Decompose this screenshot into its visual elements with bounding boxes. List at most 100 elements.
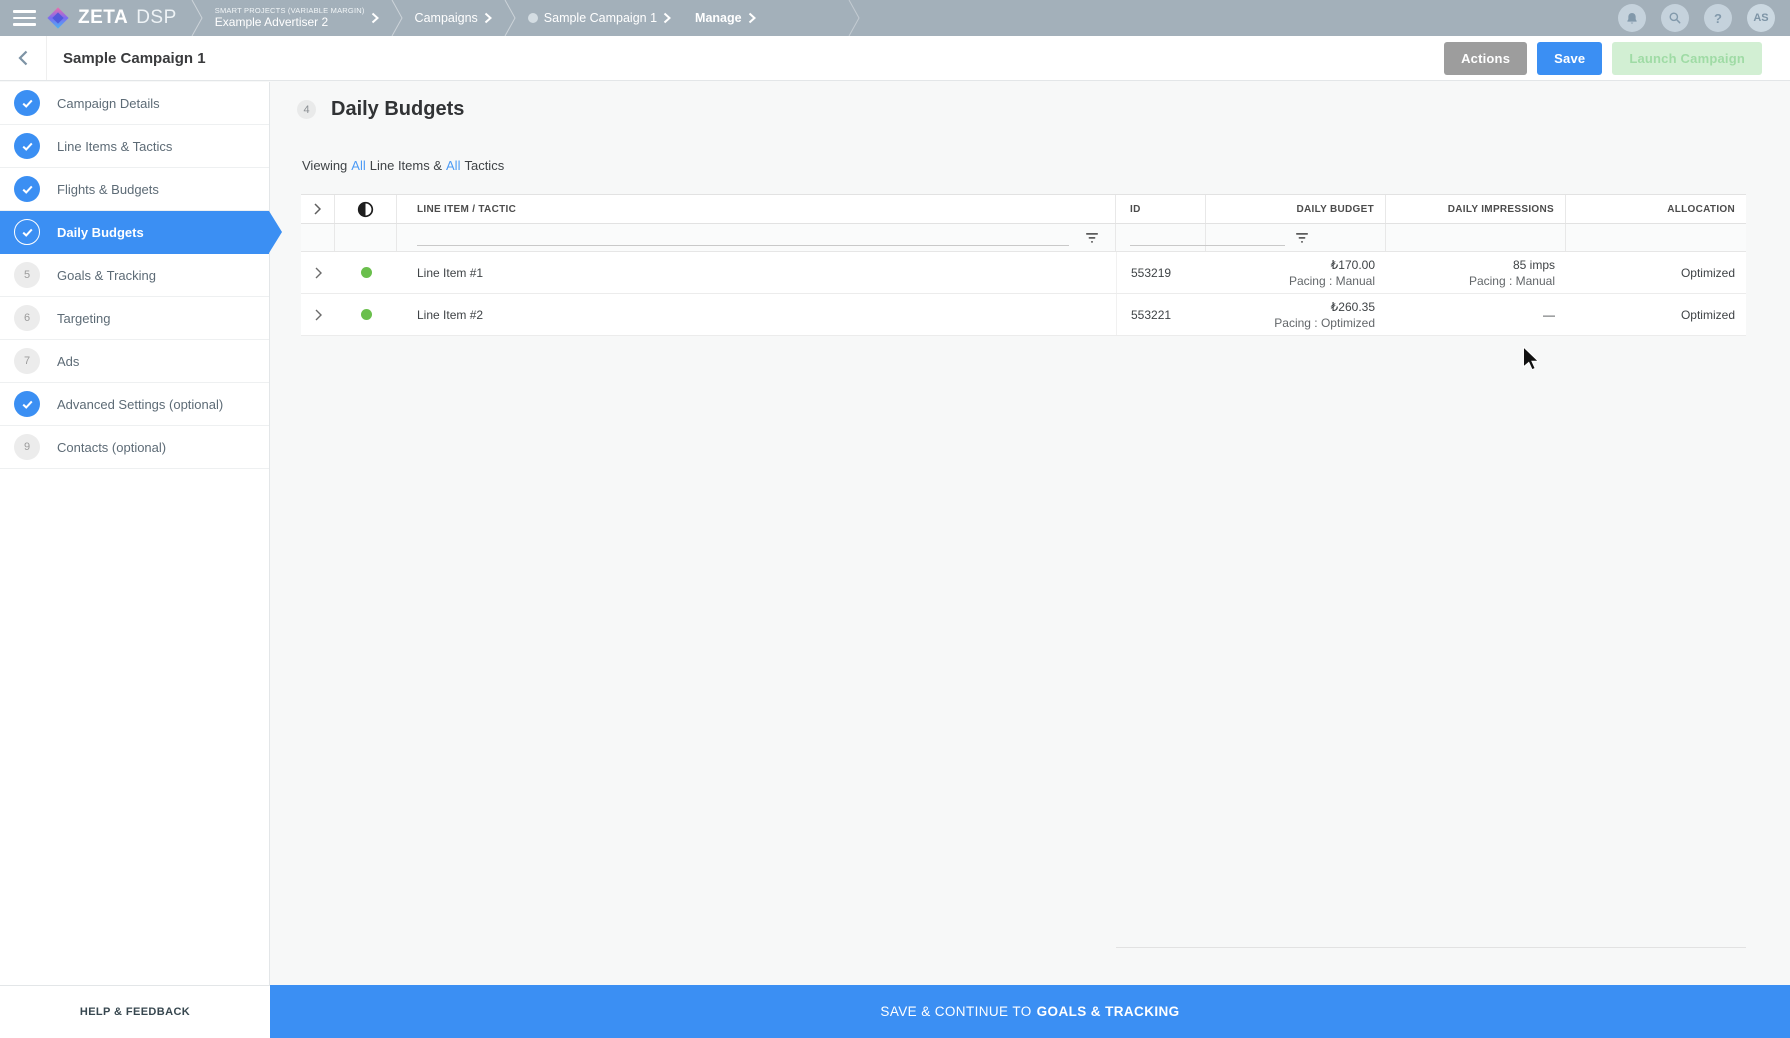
- brand-dsp: DSP: [136, 7, 177, 29]
- section-title: Daily Budgets: [331, 98, 464, 121]
- page-header: Sample Campaign 1 Actions Save Launch Ca…: [0, 36, 1790, 81]
- breadcrumb-campaign-label: Sample Campaign 1: [544, 11, 657, 25]
- chevron-left-icon: [18, 50, 28, 66]
- daily-impressions-value[interactable]: —: [1543, 307, 1555, 323]
- sidebar-item-targeting[interactable]: 6 Targeting: [0, 297, 269, 340]
- column-header-line-item[interactable]: LINE ITEM / TACTIC: [397, 195, 1116, 223]
- sidebar-item-advanced-settings[interactable]: Advanced Settings (optional): [0, 383, 269, 426]
- viewing-filter-line: ViewingAllLine Items &AllTactics: [302, 158, 1790, 173]
- column-header-daily-impressions[interactable]: DAILY IMPRESSIONS: [1386, 195, 1566, 223]
- step-number-icon: 5: [14, 262, 40, 288]
- sidebar-item-label: Daily Budgets: [57, 225, 144, 240]
- save-continue-target: GOALS & TRACKING: [1037, 1004, 1180, 1019]
- sidebar-item-line-items-tactics[interactable]: Line Items & Tactics: [0, 125, 269, 168]
- breadcrumb-project-label: SMART PROJECTS (VARIABLE MARGIN): [215, 6, 365, 15]
- chevron-right-icon: [484, 12, 492, 24]
- expand-row-button[interactable]: [311, 305, 326, 325]
- search-button[interactable]: [1661, 4, 1689, 32]
- breadcrumb-campaign[interactable]: Sample Campaign 1: [516, 0, 683, 36]
- sidebar-item-label: Advanced Settings (optional): [57, 397, 223, 412]
- allocation-value[interactable]: Optimized: [1566, 294, 1746, 335]
- breadcrumb-advertiser[interactable]: SMART PROJECTS (VARIABLE MARGIN) Example…: [203, 0, 391, 36]
- bell-icon: [1625, 11, 1639, 26]
- daily-budget-value[interactable]: ₺170.00: [1331, 257, 1375, 273]
- column-header-daily-budget[interactable]: DAILY BUDGET: [1206, 195, 1386, 223]
- active-status-dot: [361, 309, 372, 320]
- table-header-row: LINE ITEM / TACTIC ID DAILY BUDGET DAILY…: [301, 194, 1746, 224]
- viewing-prefix: Viewing: [302, 158, 347, 173]
- sidebar-item-contacts[interactable]: 9 Contacts (optional): [0, 426, 269, 469]
- back-button[interactable]: [0, 36, 47, 80]
- daily-budgets-table: LINE ITEM / TACTIC ID DAILY BUDGET DAILY…: [301, 194, 1746, 336]
- campaign-status-dot: [528, 13, 538, 23]
- check-icon: [14, 176, 40, 202]
- check-icon: [14, 391, 40, 417]
- sidebar-item-label: Contacts (optional): [57, 440, 166, 455]
- save-continue-prefix: SAVE & CONTINUE TO: [880, 1004, 1031, 1019]
- question-mark-icon: ?: [1714, 11, 1722, 26]
- line-item-name[interactable]: Line Item #1: [397, 252, 1116, 293]
- breadcrumb-manage[interactable]: Manage: [683, 0, 768, 36]
- sidebar-item-label: Line Items & Tactics: [57, 139, 172, 154]
- line-item-name[interactable]: Line Item #2: [397, 294, 1116, 335]
- zeta-dsp-logo[interactable]: ZETA DSP: [46, 6, 177, 30]
- notifications-button[interactable]: [1618, 4, 1646, 32]
- daily-impressions-value[interactable]: 85 imps: [1513, 257, 1555, 273]
- impressions-pacing: Pacing : Manual: [1469, 273, 1555, 289]
- actions-button[interactable]: Actions: [1444, 42, 1527, 75]
- hamburger-menu-icon[interactable]: [0, 0, 46, 36]
- breadcrumb-campaigns-label: Campaigns: [415, 11, 478, 25]
- column-header-allocation[interactable]: ALLOCATION: [1566, 195, 1746, 223]
- chevron-right-icon: [315, 309, 322, 321]
- sidebar-item-label: Flights & Budgets: [57, 182, 159, 197]
- line-item-filter-input[interactable]: [417, 230, 1069, 246]
- sidebar-item-campaign-details[interactable]: Campaign Details: [0, 82, 269, 125]
- check-icon: [14, 219, 40, 245]
- chevron-right-icon: [315, 267, 322, 279]
- all-line-items-link[interactable]: All: [351, 158, 365, 173]
- check-icon: [14, 90, 40, 116]
- allocation-value[interactable]: Optimized: [1566, 252, 1746, 293]
- search-icon: [1668, 11, 1682, 25]
- main-content: 4 Daily Budgets ViewingAllLine Items &Al…: [271, 82, 1790, 985]
- page-title: Sample Campaign 1: [63, 50, 206, 67]
- all-tactics-link[interactable]: All: [446, 158, 460, 173]
- check-icon: [14, 133, 40, 159]
- line-item-id: 553219: [1116, 252, 1206, 293]
- help-button[interactable]: ?: [1704, 4, 1732, 32]
- sidebar-item-goals-tracking[interactable]: 5 Goals & Tracking: [0, 254, 269, 297]
- save-button[interactable]: Save: [1537, 42, 1602, 75]
- budget-pacing: Pacing : Manual: [1289, 273, 1375, 289]
- launch-campaign-button[interactable]: Launch Campaign: [1612, 42, 1762, 75]
- daily-budget-value[interactable]: ₺260.35: [1331, 299, 1375, 315]
- chevron-right-icon: [663, 12, 671, 24]
- table-row[interactable]: Line Item #1 553219 ₺170.00 Pacing : Man…: [301, 252, 1746, 294]
- sidebar-item-ads[interactable]: 7 Ads: [0, 340, 269, 383]
- zeta-diamond-icon: [46, 6, 70, 30]
- sidebar-item-label: Targeting: [57, 311, 110, 326]
- save-continue-button[interactable]: SAVE & CONTINUE TO GOALS & TRACKING: [270, 985, 1790, 1038]
- breadcrumb-separator: [191, 0, 203, 36]
- top-nav-bar: ZETA DSP SMART PROJECTS (VARIABLE MARGIN…: [0, 0, 1790, 36]
- expand-row-button[interactable]: [311, 263, 326, 283]
- breadcrumb-manage-label: Manage: [695, 11, 742, 25]
- sidebar-item-label: Ads: [57, 354, 79, 369]
- user-avatar[interactable]: AS: [1747, 4, 1775, 32]
- chevron-right-icon: [314, 203, 321, 215]
- table-filter-row: [301, 224, 1746, 252]
- line-item-filter-button[interactable]: [1083, 230, 1101, 246]
- sidebar-item-daily-budgets[interactable]: Daily Budgets: [0, 211, 269, 254]
- help-feedback-button[interactable]: HELP & FEEDBACK: [0, 985, 270, 1038]
- viewing-mid: Line Items &: [370, 158, 442, 173]
- table-scroll-divider: [1116, 947, 1746, 948]
- sidebar-item-flights-budgets[interactable]: Flights & Budgets: [0, 168, 269, 211]
- table-row[interactable]: Line Item #2 553221 ₺260.35 Pacing : Opt…: [301, 294, 1746, 336]
- active-status-dot: [361, 267, 372, 278]
- brand-zeta: ZETA: [78, 7, 128, 29]
- sidebar-item-label: Campaign Details: [57, 96, 160, 111]
- status-contrast-icon[interactable]: [357, 201, 374, 218]
- column-header-id[interactable]: ID: [1116, 195, 1206, 223]
- breadcrumb-campaigns[interactable]: Campaigns: [403, 0, 504, 36]
- expand-all-button[interactable]: [310, 199, 325, 219]
- line-item-id: 553221: [1116, 294, 1206, 335]
